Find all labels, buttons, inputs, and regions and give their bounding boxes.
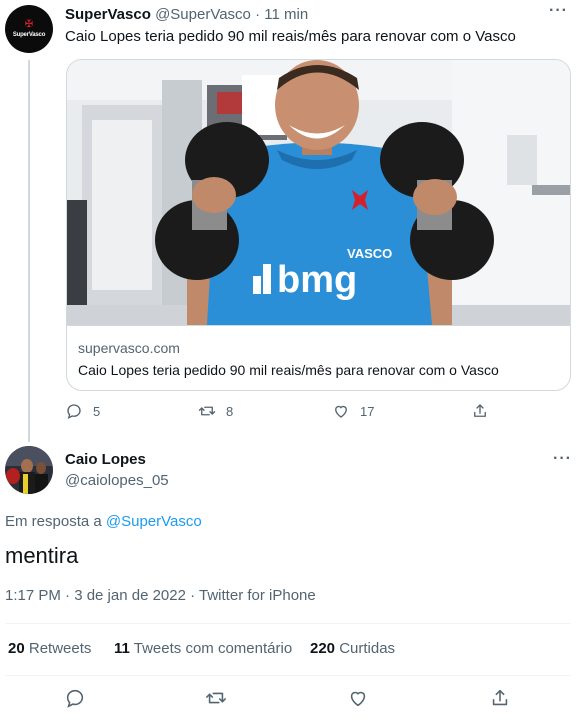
- reply-context: Em resposta a @SuperVasco: [5, 513, 202, 530]
- like-icon: [335, 405, 347, 418]
- card-image: VASCO bmg: [67, 60, 570, 325]
- tweet1-header: SuperVasco @SuperVasco · 11 min: [65, 6, 308, 23]
- likes-stat-label: Curtidas: [339, 640, 396, 657]
- tweet1-handle[interactable]: @SuperVasco: [155, 6, 251, 23]
- like-button[interactable]: [347, 687, 369, 714]
- quotes-stat-count: 11: [114, 640, 130, 657]
- share-icon: [492, 689, 508, 706]
- retweet-button[interactable]: 8: [198, 402, 233, 420]
- more-icon[interactable]: ···: [549, 2, 568, 20]
- retweet-button[interactable]: [205, 687, 227, 714]
- avatar-brand-text: SuperVasco: [12, 32, 46, 38]
- likes-stat[interactable]: 220 Curtidas: [310, 640, 395, 657]
- tweet2-handle[interactable]: @caiolopes_05: [65, 472, 169, 489]
- share-button[interactable]: [489, 687, 511, 714]
- link-preview-card[interactable]: VASCO bmg supervasco.com Caio Lopes teri…: [66, 59, 571, 391]
- like-icon: [350, 691, 366, 707]
- quotes-stat[interactable]: 11 Tweets com comentário: [114, 640, 292, 657]
- reply-count: 5: [93, 403, 101, 419]
- quotes-stat-label: Tweets com comentário: [133, 640, 293, 657]
- divider: [5, 623, 571, 624]
- tweet1-actions: 5 8 17: [65, 402, 495, 426]
- retweets-stat-count: 20: [8, 640, 25, 657]
- share-button[interactable]: [471, 402, 489, 420]
- card-domain: supervasco.com: [78, 340, 180, 356]
- reply-mention-link[interactable]: @SuperVasco: [106, 513, 202, 530]
- reply-button[interactable]: [64, 687, 86, 714]
- supervasco-avatar[interactable]: ✠ SuperVasco: [5, 5, 53, 53]
- reply-icon: [66, 689, 84, 708]
- tweet1-time[interactable]: 11 min: [264, 6, 308, 23]
- thread-connector-line: [28, 60, 30, 442]
- like-button[interactable]: 17: [332, 402, 374, 420]
- share-icon: [474, 404, 486, 417]
- tweet1-display-name[interactable]: SuperVasco: [65, 6, 151, 23]
- tweet2-text: mentira: [5, 543, 79, 568]
- tweet1-text: Caio Lopes teria pedido 90 mil reais/mês…: [65, 28, 516, 45]
- tweet2-actions: [0, 687, 587, 711]
- jersey-sponsor-text: bmg: [277, 259, 357, 301]
- divider: [5, 675, 571, 676]
- caio-lopes-avatar[interactable]: [5, 446, 53, 494]
- tweet2-display-name[interactable]: Caio Lopes: [65, 451, 146, 468]
- reply-icon: [67, 404, 81, 420]
- card-meta: supervasco.com Caio Lopes teria pedido 9…: [67, 325, 570, 390]
- reply-button[interactable]: 5: [65, 402, 100, 420]
- card-title: Caio Lopes teria pedido 90 mil reais/mês…: [78, 362, 499, 378]
- likes-stat-count: 220: [310, 640, 336, 657]
- retweet-icon: [198, 406, 216, 416]
- more-icon[interactable]: ···: [553, 450, 572, 468]
- like-count: 17: [360, 403, 375, 419]
- retweets-stat-label: Retweets: [28, 640, 92, 657]
- retweets-stat[interactable]: 20 Retweets: [8, 640, 91, 657]
- vasco-cross-icon: ✠: [24, 19, 34, 30]
- retweet-icon: [206, 692, 226, 704]
- tweet1-separator: ·: [255, 6, 261, 23]
- tweet2-timestamp-source[interactable]: 1:17 PM · 3 de jan de 2022 · Twitter for…: [5, 587, 316, 604]
- reply-prefix: Em resposta a: [5, 513, 102, 530]
- retweet-count: 8: [226, 403, 234, 419]
